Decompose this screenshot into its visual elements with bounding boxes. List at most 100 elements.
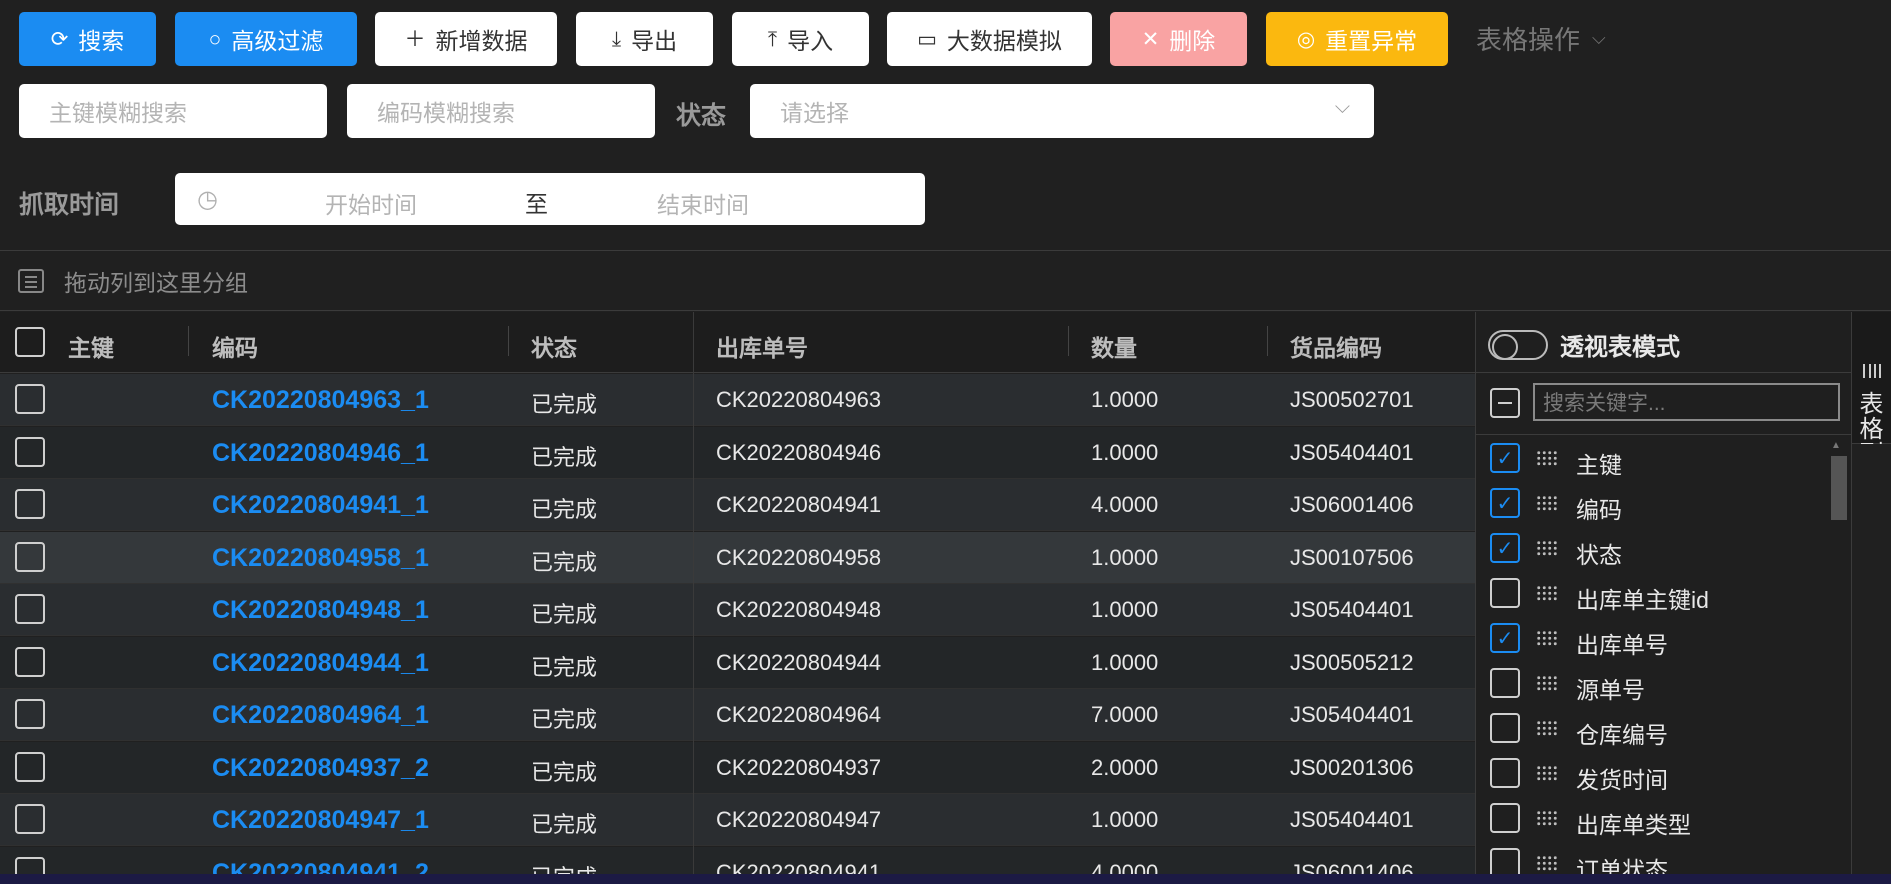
table-row[interactable]: CK20220804958_1 已完成 CK20220804958 1.0000 JS0… <box>0 531 1475 584</box>
table-row[interactable]: CK20220804963_1 已完成 CK20220804963 1.0000 JS0… <box>0 374 1475 426</box>
column-checkbox[interactable] <box>1490 803 1520 833</box>
scroll-up-arrow-icon[interactable]: ▲ <box>1831 440 1841 451</box>
column-list-item[interactable]: 出库单类型 <box>1476 796 1826 841</box>
key-search-input[interactable]: 主键模糊搜索 <box>19 84 327 138</box>
row-checkbox[interactable] <box>15 489 45 519</box>
column-checkbox[interactable]: ✓ <box>1490 488 1520 518</box>
end-time-input[interactable]: 结束时间 <box>657 186 749 220</box>
row-checkbox[interactable] <box>15 804 45 834</box>
drag-handle-icon[interactable] <box>1536 630 1558 646</box>
header-code[interactable]: 编码 <box>212 329 258 363</box>
row-checkbox[interactable] <box>15 646 45 677</box>
column-resizer[interactable] <box>1267 326 1268 356</box>
table-row[interactable]: CK20220804964_1 已完成 CK20220804964 7.0000 JS0… <box>0 689 1475 741</box>
table-row[interactable]: CK20220804944_1 已完成 CK20220804944 1.0000 JS0… <box>0 636 1475 689</box>
header-goods-code[interactable]: 货品编码 <box>1290 329 1382 363</box>
table-row[interactable]: CK20220804948_1 已完成 CK20220804948 1.0000 JS0… <box>0 584 1475 636</box>
row-checkbox[interactable] <box>15 384 45 414</box>
cell-code[interactable]: CK20220804944_1 <box>212 649 429 678</box>
column-list-item[interactable]: ✓ 编码 <box>1476 481 1826 526</box>
toggle-all-columns-checkbox[interactable] <box>1490 388 1520 418</box>
cell-code[interactable]: CK20220804947_1 <box>212 806 429 835</box>
select-all-checkbox[interactable] <box>15 327 45 357</box>
cell-qty: 1.0000 <box>1091 387 1159 412</box>
cell-code[interactable]: CK20220804946_1 <box>212 439 429 468</box>
drag-handle-icon[interactable] <box>1536 810 1558 826</box>
drag-handle-icon[interactable] <box>1536 450 1558 466</box>
cell-goods-code: JS00502701 <box>1290 387 1414 412</box>
pinned-divider <box>693 312 694 884</box>
column-list-item[interactable]: 源单号 <box>1476 661 1826 706</box>
row-checkbox[interactable] <box>15 541 45 572</box>
table-row[interactable]: CK20220804941_1 已完成 CK20220804941 4.0000 JS0… <box>0 479 1475 531</box>
drag-handle-icon[interactable] <box>1536 585 1558 601</box>
cell-code[interactable]: CK20220804941_1 <box>212 491 429 520</box>
drag-handle-icon[interactable] <box>1536 720 1558 736</box>
column-list-item[interactable]: ✓ 出库单号 <box>1476 616 1826 661</box>
column-list-item[interactable]: ✓ 状态 <box>1476 526 1826 571</box>
table-row[interactable]: CK20220804937_2 已完成 CK20220804937 2.0000 JS0… <box>0 741 1475 794</box>
start-time-input[interactable]: 开始时间 <box>325 186 417 220</box>
row-checkbox[interactable] <box>15 751 45 782</box>
row-checkbox[interactable] <box>15 436 45 467</box>
cell-qty: 1.0000 <box>1091 649 1159 675</box>
fetch-time-label: 抓取时间 <box>19 191 120 219</box>
side-tab-columns[interactable]: 表格列 <box>1851 312 1891 467</box>
cell-code[interactable]: CK20220804958_1 <box>212 544 429 573</box>
drag-handle-icon[interactable] <box>1536 765 1558 781</box>
search-button[interactable]: ⟳ 搜索 <box>19 12 156 66</box>
big-data-simulate-button[interactable]: ▭ 大数据模拟 <box>887 12 1092 66</box>
column-resizer[interactable] <box>1068 326 1069 356</box>
export-button[interactable]: ⤓ 导出 <box>576 12 713 66</box>
column-list-item[interactable]: ✓ 主键 <box>1476 436 1826 481</box>
table-row[interactable]: CK20220804946_1 已完成 CK20220804946 1.0000 JS0… <box>0 426 1475 479</box>
row-checkbox[interactable] <box>15 594 45 624</box>
cell-code[interactable]: CK20220804964_1 <box>212 701 429 730</box>
column-checkbox[interactable] <box>1490 578 1520 608</box>
header-out-no[interactable]: 出库单号 <box>716 329 808 363</box>
cell-code[interactable]: CK20220804937_2 <box>212 754 429 783</box>
column-checkbox[interactable]: ✓ <box>1490 623 1520 653</box>
drag-handle-icon[interactable] <box>1536 675 1558 691</box>
table-row[interactable]: CK20220804947_1 已完成 CK20220804947 1.0000 JS0… <box>0 794 1475 846</box>
pivot-mode-toggle[interactable]: 透视表模式 <box>1488 327 1680 362</box>
column-list-item[interactable]: 仓库编号 <box>1476 706 1826 751</box>
table-operations-dropdown[interactable]: 表格操作 ⌵ <box>1476 20 1606 57</box>
drag-handle-icon[interactable] <box>1536 495 1558 511</box>
advanced-filter-button[interactable]: ○ 高级过滤 <box>175 12 357 66</box>
column-list-item[interactable]: 发货时间 <box>1476 751 1826 796</box>
column-resizer[interactable] <box>188 326 189 356</box>
status-select[interactable]: 请选择 ⌵ <box>750 84 1374 138</box>
header-key[interactable]: 主键 <box>68 329 114 363</box>
divider <box>1476 434 1851 435</box>
cell-code[interactable]: CK20220804963_1 <box>212 386 429 415</box>
import-button[interactable]: ⤒ 导入 <box>732 12 869 66</box>
column-checkbox[interactable] <box>1490 668 1520 698</box>
cell-goods-code: JS05404401 <box>1290 807 1414 832</box>
toolbar: ⟳ 搜索 ○ 高级过滤 ＋新增数据 ⤓ 导出 ⤒ 导入 ▭ 大数据模拟 ✕ 删除 ◎ 重置异常… <box>0 0 1891 84</box>
delete-button[interactable]: ✕ 删除 <box>1110 12 1247 66</box>
scrollbar-thumb[interactable] <box>1831 456 1847 520</box>
add-data-button[interactable]: ＋新增数据 <box>375 12 557 66</box>
drag-handle-icon[interactable] <box>1536 855 1558 871</box>
column-checkbox[interactable] <box>1490 758 1520 788</box>
cell-qty: 1.0000 <box>1091 597 1159 622</box>
row-checkbox[interactable] <box>15 699 45 729</box>
code-search-input[interactable]: 编码模糊搜索 <box>347 84 655 138</box>
date-range-picker[interactable]: ◷ 开始时间 至 结束时间 <box>175 173 925 225</box>
column-list-item[interactable]: 出库单主键id <box>1476 571 1826 616</box>
column-search-input[interactable]: 搜索关键字... <box>1533 383 1840 421</box>
column-checkbox[interactable] <box>1490 713 1520 743</box>
column-resizer[interactable] <box>508 326 509 356</box>
drag-handle-icon[interactable] <box>1536 540 1558 556</box>
reset-abnormal-button[interactable]: ◎ 重置异常 <box>1266 12 1448 66</box>
cell-goods-code: JS05404401 <box>1290 597 1414 622</box>
header-qty[interactable]: 数量 <box>1091 329 1137 363</box>
header-status[interactable]: 状态 <box>531 329 577 363</box>
column-checkbox[interactable]: ✓ <box>1490 443 1520 473</box>
column-checkbox[interactable]: ✓ <box>1490 533 1520 563</box>
cell-goods-code: JS00505212 <box>1290 649 1414 675</box>
row-group-panel[interactable]: 拖动列到这里分组 <box>0 251 1891 311</box>
toggle-switch[interactable] <box>1488 329 1548 360</box>
cell-code[interactable]: CK20220804948_1 <box>212 596 429 625</box>
